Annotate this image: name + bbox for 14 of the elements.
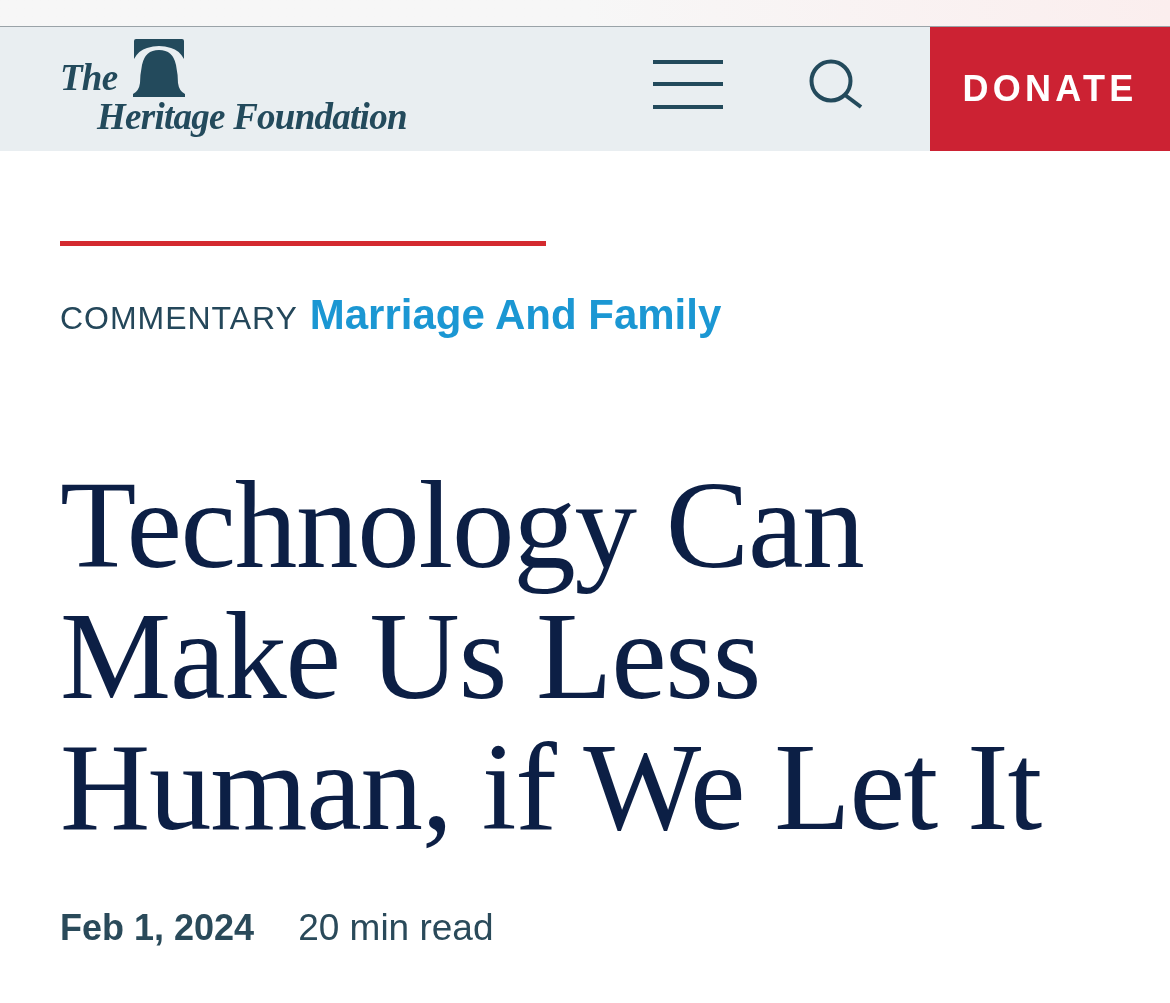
article-type: COMMENTARY	[60, 299, 298, 338]
menu-button[interactable]	[653, 59, 723, 109]
donate-button[interactable]: DONATE	[930, 27, 1170, 151]
search-button[interactable]	[809, 59, 864, 109]
topic-link[interactable]: Marriage And Family	[309, 290, 722, 340]
search-icon	[809, 59, 864, 109]
bell-icon	[132, 39, 187, 97]
site-logo[interactable]: The Heritage Foundation	[60, 39, 407, 151]
publish-date: Feb 1, 2024	[60, 906, 255, 949]
article-title: Technology Can Make Us Less Human, if We Let It	[60, 460, 1043, 853]
logo-text: The	[60, 59, 118, 97]
read-time: 20 min read	[298, 906, 494, 949]
logo-text: Heritage Foundation	[97, 97, 407, 137]
menu-icon	[653, 59, 723, 109]
